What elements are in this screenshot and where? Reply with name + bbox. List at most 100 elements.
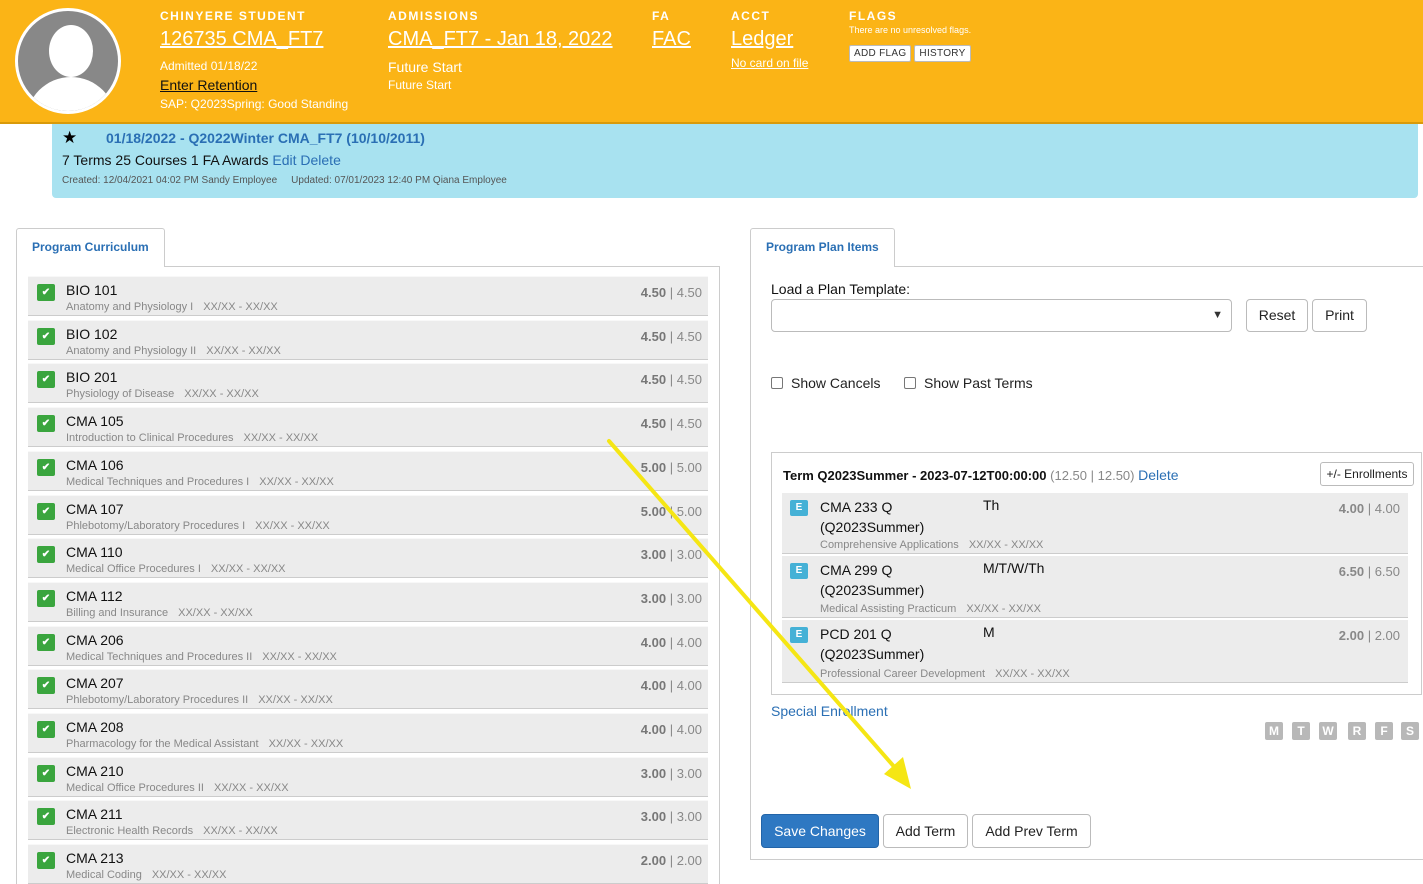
created-info: Created: 12/04/2021 04:02 PM Sandy Emplo… bbox=[62, 175, 278, 186]
course-row[interactable]: ✔ CMA 208 Pharmacology for the Medical Ass… bbox=[28, 713, 708, 753]
ledger-link[interactable]: Ledger bbox=[731, 27, 808, 51]
add-flag-button[interactable]: ADD FLAG bbox=[849, 45, 912, 62]
enrollments-button[interactable]: +/- Enrollments bbox=[1320, 462, 1414, 486]
day-toggle-m[interactable]: M bbox=[1265, 722, 1283, 740]
course-name: Introduction to Clinical Procedures bbox=[66, 432, 234, 445]
check-icon[interactable]: ✔ bbox=[37, 502, 55, 520]
reset-button[interactable]: Reset bbox=[1246, 299, 1308, 332]
check-icon[interactable]: ✔ bbox=[37, 589, 55, 607]
course-credits: 4.00 | 4.00 bbox=[640, 634, 702, 650]
course-credits-attempted: 4.50 bbox=[640, 372, 667, 388]
print-button[interactable]: Print bbox=[1312, 299, 1367, 332]
course-row[interactable]: ✔ CMA 107 Phlebotomy/Laboratory Procedures… bbox=[28, 494, 708, 535]
add-prev-term-button[interactable]: Add Prev Term bbox=[972, 814, 1091, 848]
day-toggle-f[interactable]: F bbox=[1375, 722, 1393, 740]
edit-link[interactable]: Edit bbox=[272, 152, 296, 168]
enrollment-row[interactable]: E CMA 233 Q (Q2023Summer) Th Comprehensive … bbox=[782, 493, 1408, 554]
save-changes-button[interactable]: Save Changes bbox=[761, 814, 879, 848]
check-icon[interactable]: ✔ bbox=[37, 852, 55, 870]
course-row[interactable]: ✔ BIO 102 Anatomy and Physiology II XX/XX -… bbox=[28, 319, 708, 360]
student-id-link[interactable]: 126735 CMA_FT7 bbox=[160, 27, 348, 51]
enrollment-code: PCD 201 Q (Q2023Summer) bbox=[820, 626, 925, 662]
enrollment-row[interactable]: E PCD 201 Q (Q2023Summer) M Professional Ca… bbox=[782, 620, 1408, 683]
show-past-terms-checkbox[interactable]: Show Past Terms bbox=[904, 375, 1033, 391]
course-credits-attempted: 3.00 bbox=[640, 547, 667, 563]
check-icon[interactable]: ✔ bbox=[37, 284, 55, 301]
course-row[interactable]: ✔ BIO 101 Anatomy and Physiology I XX/XX - … bbox=[28, 276, 708, 316]
checkbox-icon[interactable] bbox=[771, 377, 783, 389]
student-header: CHINYERE STUDENT 126735 CMA_FT7 Admitted… bbox=[0, 0, 1423, 124]
enrollment-row[interactable]: E CMA 299 Q (Q2023Summer) M/T/W/Th Medical … bbox=[782, 556, 1408, 618]
day-toggle-s[interactable]: S bbox=[1401, 722, 1419, 740]
course-description: Phlebotomy/Laboratory Procedures I XX/XX … bbox=[66, 520, 330, 532]
course-row[interactable]: ✔ CMA 211 Electronic Health Records XX/XX -… bbox=[28, 800, 708, 841]
student-name-label: CHINYERE STUDENT bbox=[160, 9, 307, 23]
show-cancels-label: Show Cancels bbox=[791, 375, 881, 391]
course-credits: 4.50 | 4.50 bbox=[640, 416, 702, 432]
course-row[interactable]: ✔ CMA 206 Medical Techniques and Procedure… bbox=[28, 625, 708, 666]
course-name: Medical Techniques and Procedures II bbox=[66, 650, 253, 663]
course-credits-attempted: 5.00 bbox=[640, 503, 667, 519]
flags-column: FLAGS There are no unresolved flags. ADD… bbox=[849, 9, 974, 62]
enter-retention-link[interactable]: Enter Retention bbox=[160, 75, 348, 95]
course-description: Medical Techniques and Procedures I XX/XX… bbox=[66, 476, 334, 488]
enrollment-credits: 2.00 | 2.00 bbox=[1338, 628, 1400, 643]
course-code: CMA 107 bbox=[66, 500, 124, 517]
course-row[interactable]: ✔ CMA 106 Medical Techniques and Procedure… bbox=[28, 450, 708, 491]
check-icon[interactable]: ✔ bbox=[37, 764, 55, 782]
term-delete-link[interactable]: Delete bbox=[1138, 467, 1178, 483]
check-icon[interactable]: ✔ bbox=[37, 808, 55, 826]
star-icon[interactable]: ★ bbox=[62, 128, 77, 148]
add-term-button[interactable]: Add Term bbox=[883, 814, 968, 848]
enrollment-credits-attempted: 2.00 bbox=[1338, 628, 1365, 643]
course-credits: 3.00 | 3.00 bbox=[640, 590, 702, 606]
check-icon[interactable]: ✔ bbox=[37, 458, 55, 476]
course-row[interactable]: ✔ CMA 112 Billing and Insurance XX/XX - XX/… bbox=[28, 581, 708, 622]
course-row[interactable]: ✔ CMA 207 Phlebotomy/Laboratory Procedures… bbox=[28, 669, 708, 710]
fa-link[interactable]: FAC bbox=[652, 27, 691, 51]
check-icon[interactable]: ✔ bbox=[37, 415, 55, 433]
tab-program-curriculum[interactable]: Program Curriculum bbox=[16, 228, 165, 267]
admissions-link[interactable]: CMA_FT7 - Jan 18, 2022 bbox=[388, 27, 613, 51]
card-on-file-link[interactable]: No card on file bbox=[731, 54, 808, 72]
day-toggle-r[interactable]: R bbox=[1348, 722, 1366, 740]
course-credits: 5.00 | 5.00 bbox=[640, 459, 702, 475]
course-name: Anatomy and Physiology II bbox=[66, 344, 197, 357]
delete-link[interactable]: Delete bbox=[300, 152, 340, 168]
special-enrollment-link[interactable]: Special Enrollment bbox=[771, 703, 888, 719]
course-description: Electronic Health Records XX/XX - XX/XX bbox=[66, 825, 278, 837]
check-icon[interactable]: ✔ bbox=[37, 546, 55, 564]
check-icon[interactable]: ✔ bbox=[37, 677, 55, 695]
course-row[interactable]: ✔ CMA 105 Introduction to Clinical Procedu… bbox=[28, 407, 708, 448]
course-row[interactable]: ✔ CMA 210 Medical Office Procedures II XX/X… bbox=[28, 756, 708, 797]
show-cancels-checkbox[interactable]: Show Cancels bbox=[771, 375, 881, 391]
history-button[interactable]: HISTORY bbox=[914, 45, 971, 62]
course-dates: XX/XX - XX/XX bbox=[184, 388, 259, 401]
course-description: Billing and Insurance XX/XX - XX/XX bbox=[66, 607, 253, 619]
course-credits-attempted: 4.00 bbox=[640, 634, 667, 650]
course-code: CMA 105 bbox=[66, 413, 124, 430]
checkbox-icon[interactable] bbox=[904, 377, 916, 389]
course-credits-earned: 4.00 bbox=[676, 678, 702, 694]
course-credits: 4.50 | 4.50 bbox=[640, 285, 702, 300]
course-row[interactable]: ✔ CMA 110 Medical Office Procedures I XX/XX… bbox=[28, 538, 708, 579]
check-icon[interactable]: ✔ bbox=[37, 633, 55, 651]
day-toggle-t[interactable]: T bbox=[1292, 722, 1310, 740]
course-credits-earned: 3.00 bbox=[676, 809, 702, 825]
course-name: Physiology of Disease bbox=[66, 388, 175, 401]
course-description: Introduction to Clinical Procedures XX/XX… bbox=[66, 432, 318, 444]
course-row[interactable]: ✔ CMA 213 Medical Coding XX/XX - XX/XX 2.00 … bbox=[28, 844, 708, 884]
plan-template-select[interactable]: ▼ bbox=[771, 299, 1232, 332]
program-title-link[interactable]: 01/18/2022 - Q2022Winter CMA_FT7 (10/10/… bbox=[106, 130, 425, 146]
tab-program-plan-items[interactable]: Program Plan Items bbox=[750, 228, 895, 267]
updated-info: Updated: 07/01/2023 12:40 PM Qiana Emplo… bbox=[291, 175, 507, 186]
course-credits-earned: 3.00 bbox=[676, 547, 702, 563]
check-icon[interactable]: ✔ bbox=[37, 371, 55, 389]
course-code: CMA 110 bbox=[66, 544, 123, 561]
course-description: Physiology of Disease XX/XX - XX/XX bbox=[66, 388, 259, 400]
course-credits: 4.00 | 4.00 bbox=[640, 722, 702, 737]
check-icon[interactable]: ✔ bbox=[37, 327, 55, 345]
check-icon[interactable]: ✔ bbox=[37, 721, 55, 738]
day-toggle-w[interactable]: W bbox=[1319, 722, 1337, 740]
course-row[interactable]: ✔ BIO 201 Physiology of Disease XX/XX - XX/… bbox=[28, 363, 708, 404]
